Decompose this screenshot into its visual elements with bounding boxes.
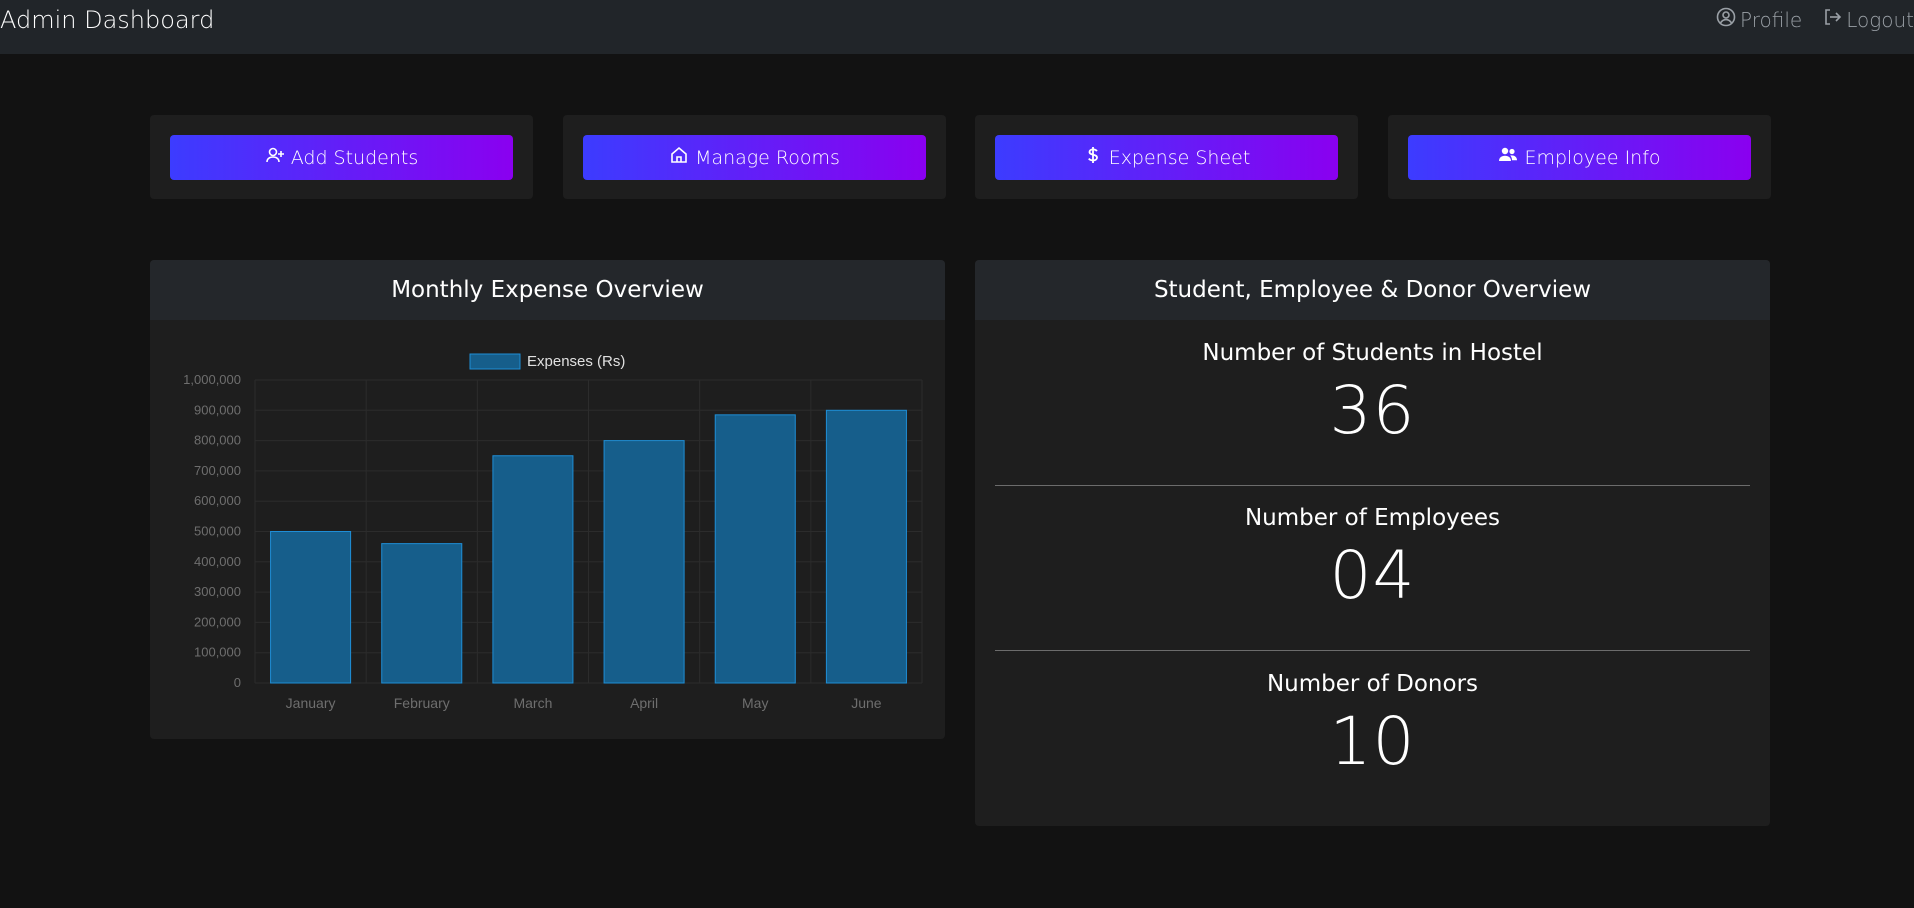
legend-swatch [469,353,521,370]
profile-link[interactable]: Profile [1716,6,1802,34]
x-tick-label: April [630,695,658,711]
logout-icon [1822,6,1842,34]
donors-stat-label: Number of Donors [1266,671,1479,697]
user-circle-icon [1716,6,1736,34]
top-navbar: Admin Dashboard Profile Logout [0,0,1914,54]
donors-stat-value: 10 [1329,703,1416,780]
logout-link-label: Logout [1846,8,1914,32]
x-tick-label: February [394,695,450,711]
app-title: Admin Dashboard [0,6,215,34]
students-stat-label: Number of Students in Hostel [1202,340,1543,366]
navbar-links: Profile Logout [1716,6,1914,34]
expense-sheet-label: Expense Sheet [1108,146,1251,169]
add-students-card: Add Students [150,115,533,199]
x-tick-label: January [286,695,336,711]
logout-link[interactable]: Logout [1822,6,1914,34]
y-tick-label: 600,000 [194,493,241,508]
stat-divider [995,485,1750,486]
users-icon [1498,145,1518,170]
expense-panel-title: Monthly Expense Overview [150,260,945,320]
expense-bar-chart: 0 100,000 200,000 300,000 400,000 500,000 600,… [183,353,923,711]
employee-info-label: Employee Info [1524,146,1661,169]
add-students-button[interactable]: Add Students [170,135,513,180]
expense-sheet-button[interactable]: Expense Sheet [995,135,1338,180]
bar-june [825,409,907,684]
bar-may [714,414,796,684]
employees-stat-value: 04 [1329,537,1416,614]
y-tick-label: 300,000 [194,584,241,599]
profile-link-label: Profile [1740,8,1803,32]
y-tick-label: 800,000 [194,433,241,448]
bar-march [492,455,574,684]
dollar-icon [1083,145,1103,170]
students-stat-value: 36 [1329,372,1416,449]
home-icon [669,145,689,170]
y-tick-label: 100,000 [194,645,241,660]
overview-panel: Student, Employee & Donor Overview Numbe… [975,260,1770,826]
x-tick-label: June [851,695,882,711]
user-plus-icon [265,145,285,170]
bar-april [603,440,685,684]
add-students-label: Add Students [290,146,419,169]
manage-rooms-card: Manage Rooms [563,115,946,199]
stat-divider [995,650,1750,651]
y-tick-label: 900,000 [194,402,241,417]
y-tick-label: 500,000 [194,524,241,539]
x-tick-label: May [742,695,768,711]
manage-rooms-button[interactable]: Manage Rooms [583,135,926,180]
y-tick-label: 400,000 [194,554,241,569]
donors-stat: Number of Donors 10 [975,671,1770,780]
employees-stat-label: Number of Employees [1244,505,1501,531]
overview-panel-title: Student, Employee & Donor Overview [975,260,1770,320]
y-tick-label: 200,000 [194,614,241,629]
bar-february [381,543,463,684]
y-tick-label: 0 [234,675,241,690]
legend-label: Expenses (Rs) [527,353,625,370]
expense-chart-panel: Monthly Expense Overview 0 100,000 200,000… [150,260,945,739]
x-tick-label: March [513,695,552,711]
employee-info-button[interactable]: Employee Info [1408,135,1751,180]
y-tick-label: 700,000 [194,463,241,478]
manage-rooms-label: Manage Rooms [695,146,840,169]
employees-stat: Number of Employees 04 [975,505,1770,614]
students-stat: Number of Students in Hostel 36 [975,340,1770,449]
expense-sheet-card: Expense Sheet [975,115,1358,199]
y-tick-label: 1,000,000 [183,372,241,387]
bar-january [270,531,352,684]
employee-info-card: Employee Info [1388,115,1771,199]
